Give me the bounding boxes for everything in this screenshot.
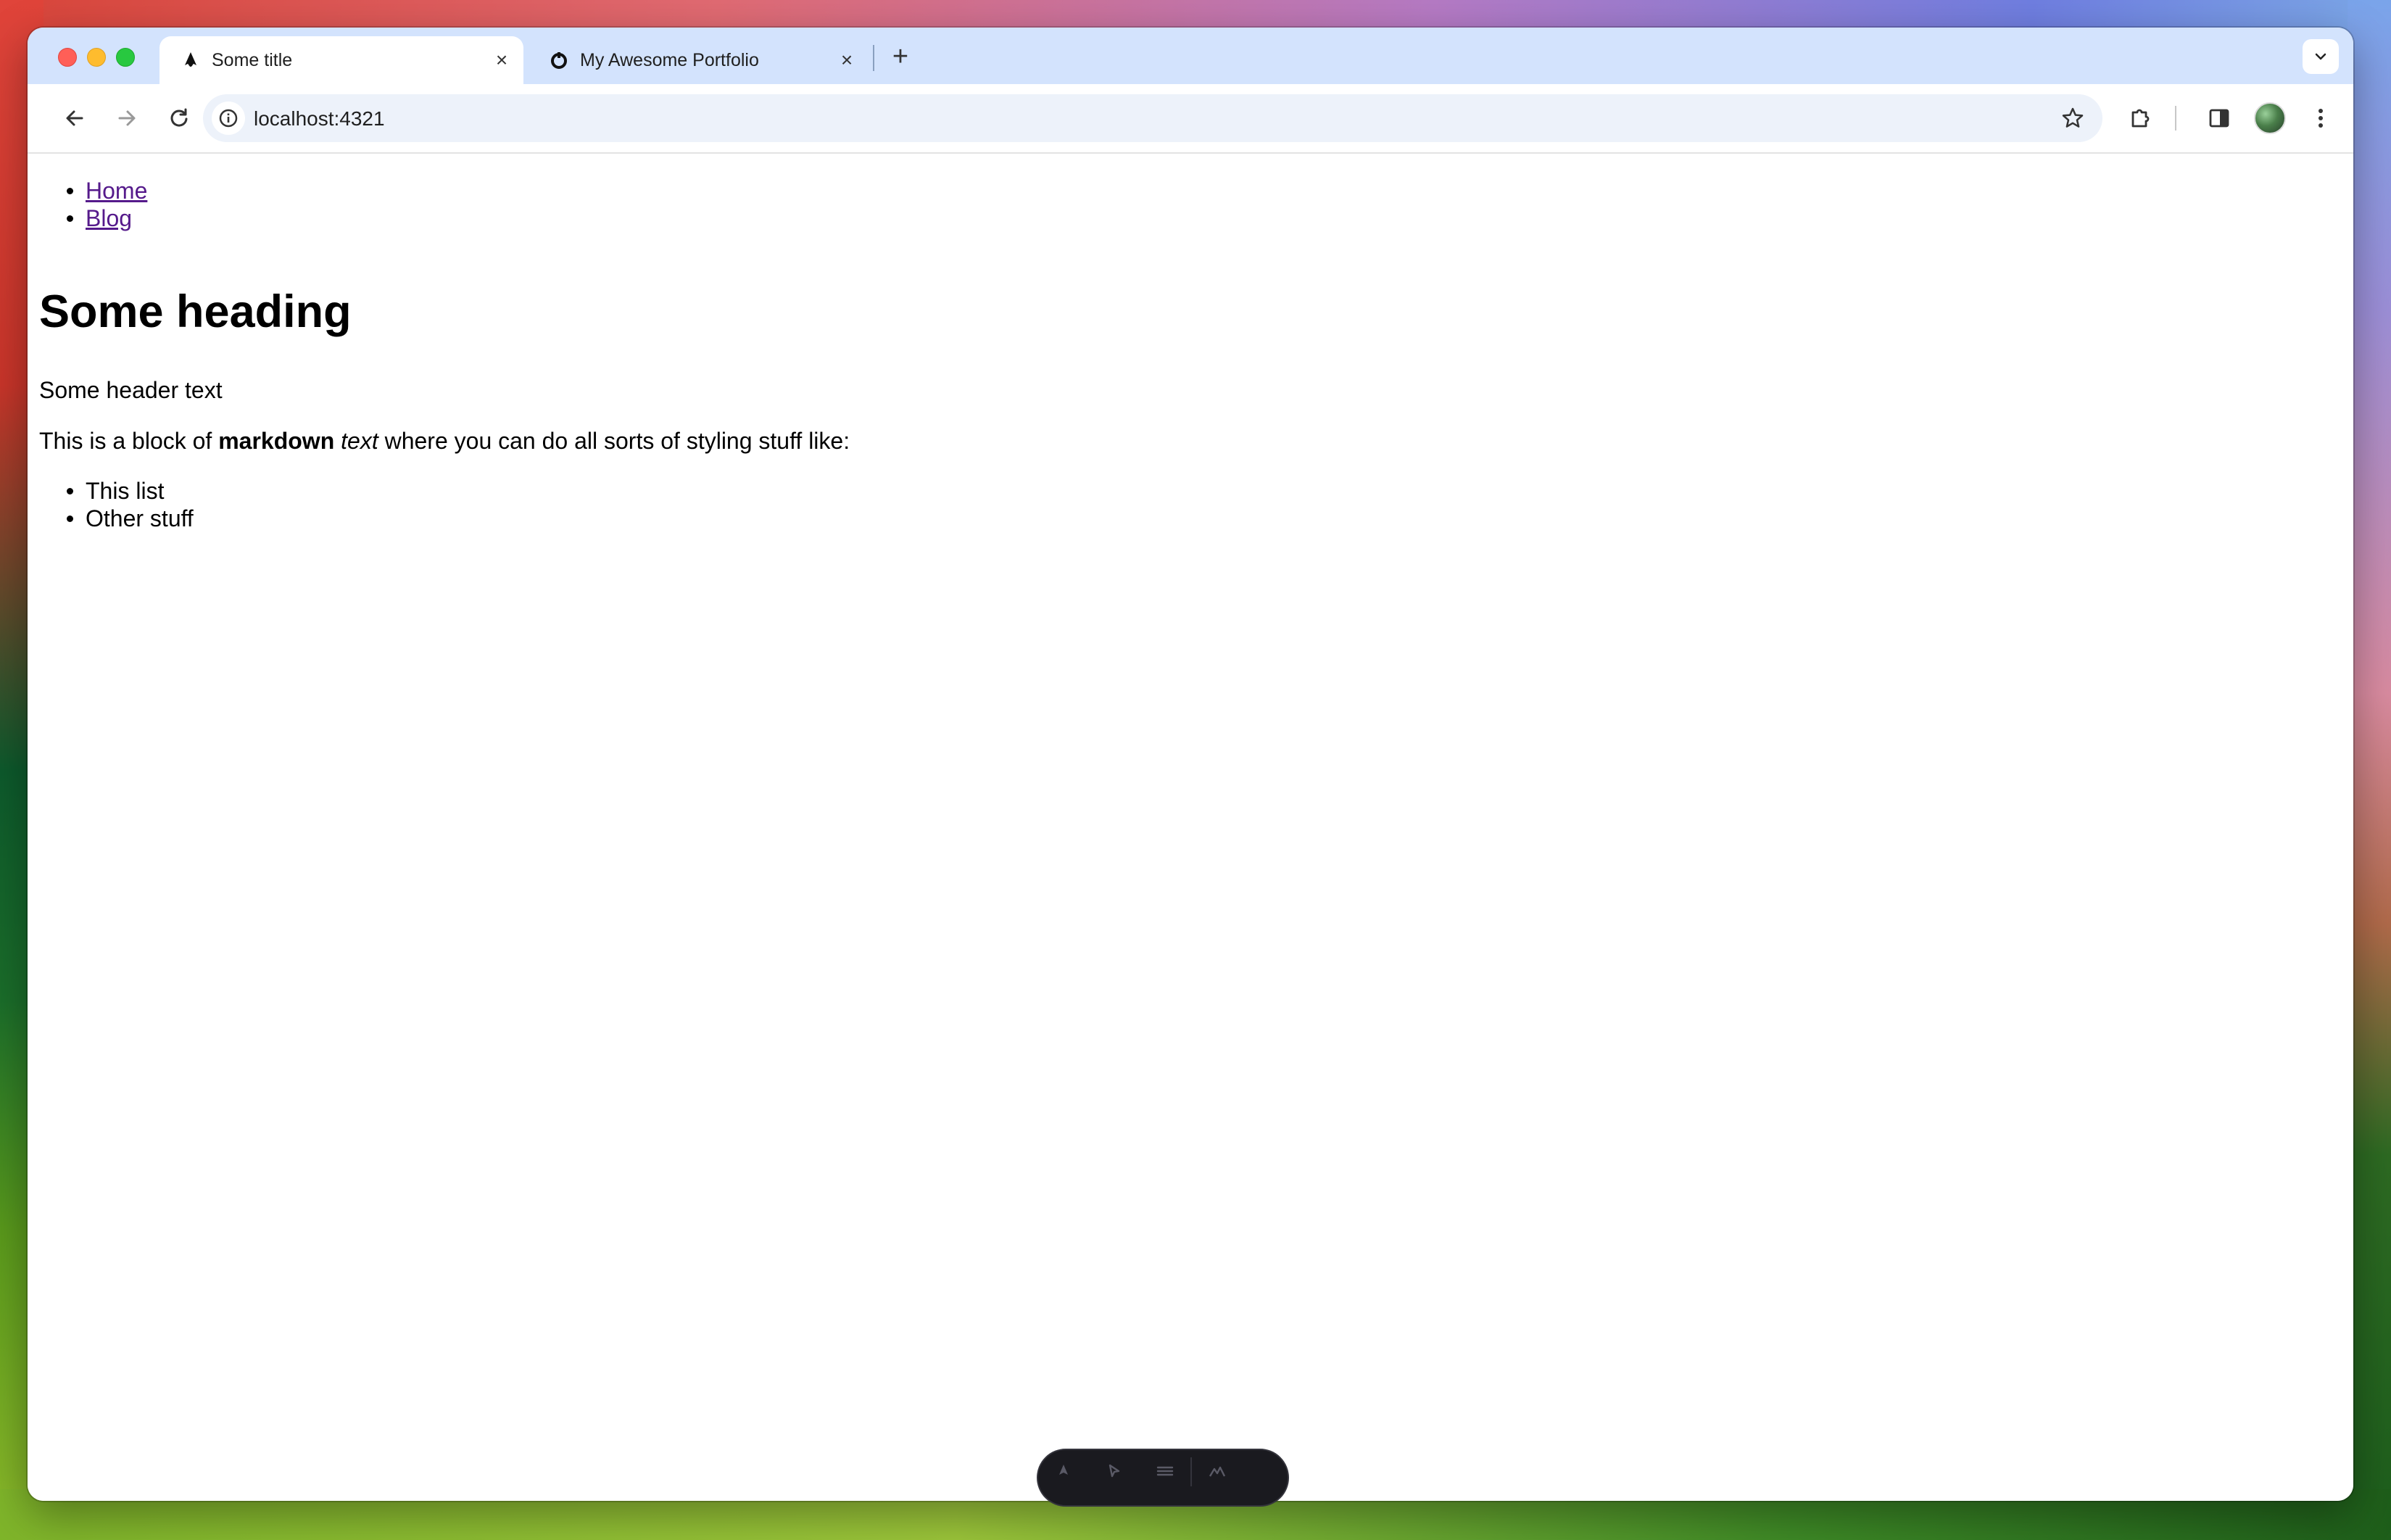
- close-tab-icon[interactable]: ×: [487, 46, 516, 75]
- settings-icon[interactable]: [1140, 1460, 1190, 1482]
- list-item: This list: [67, 477, 194, 505]
- address-url: localhost:4321: [254, 107, 385, 130]
- astro-dev-toolbar: [1037, 1449, 1289, 1507]
- list-item: Other stuff: [67, 505, 194, 532]
- tab-my-awesome-portfolio[interactable]: My Awesome Portfolio ×: [528, 36, 869, 84]
- side-panel-button[interactable]: [2201, 100, 2237, 136]
- arrow-right-icon: [118, 110, 136, 126]
- paragraph-suffix: where you can do all sorts of styling st…: [378, 428, 850, 454]
- tab-search-button[interactable]: [2303, 39, 2339, 74]
- paragraph-italic: text: [341, 428, 378, 454]
- kebab-menu-icon: [2319, 109, 2323, 128]
- tab-title: My Awesome Portfolio: [580, 49, 759, 70]
- pointer-icon[interactable]: [1089, 1460, 1140, 1482]
- reload-icon: [170, 108, 188, 127]
- astro-icon: [180, 49, 202, 71]
- avatar: [2254, 102, 2286, 134]
- site-nav: Home Blog: [67, 177, 147, 232]
- nav-item-blog: Blog: [67, 204, 147, 232]
- portfolio-icon: [548, 49, 570, 71]
- minimize-window-button[interactable]: [87, 48, 106, 67]
- page-heading: Some heading: [39, 286, 352, 337]
- tab-title: Some title: [212, 49, 293, 70]
- close-icon[interactable]: [1192, 1460, 1243, 1482]
- close-window-button[interactable]: [58, 48, 77, 67]
- side-panel-icon: [2209, 109, 2229, 128]
- tab-some-title[interactable]: Some title ×: [159, 36, 523, 84]
- site-info-icon[interactable]: [212, 102, 245, 135]
- toolbar-divider: [2175, 106, 2176, 131]
- nav-link-home[interactable]: Home: [86, 178, 147, 204]
- browser-window: Some title × My Awesome Portfolio × + lo…: [28, 28, 2353, 1501]
- close-tab-icon[interactable]: ×: [832, 46, 861, 75]
- reload-button[interactable]: [161, 100, 197, 136]
- bookmark-star-icon[interactable]: [2059, 104, 2087, 132]
- nav-item-home: Home: [67, 177, 147, 204]
- desktop-wallpaper-right: [2348, 0, 2391, 1540]
- back-button[interactable]: [57, 100, 93, 136]
- address-bar[interactable]: localhost:4321: [203, 94, 2102, 142]
- header-text: Some header text: [39, 377, 223, 403]
- chevron-down-icon: [2315, 53, 2326, 60]
- new-tab-button[interactable]: +: [884, 41, 916, 73]
- content-list: This list Other stuff: [67, 477, 194, 532]
- browser-toolbar: localhost:4321: [28, 84, 2353, 154]
- forward-button[interactable]: [109, 100, 145, 136]
- markdown-paragraph: This is a block of markdown text where y…: [39, 426, 850, 455]
- puzzle-icon: [2131, 109, 2150, 128]
- arrow-left-icon: [66, 110, 83, 126]
- tab-separator: [873, 45, 874, 71]
- page-content: Home Blog Some heading Some header text …: [28, 154, 2353, 1501]
- astro-menu-icon[interactable]: [1038, 1460, 1089, 1482]
- maximize-window-button[interactable]: [116, 48, 135, 67]
- menu-button[interactable]: [2303, 100, 2339, 136]
- extensions-button[interactable]: [2123, 100, 2159, 136]
- nav-link-blog[interactable]: Blog: [86, 205, 132, 231]
- paragraph-bold: markdown: [218, 428, 335, 454]
- profile-button[interactable]: [2252, 100, 2288, 136]
- paragraph-prefix: This is a block of: [39, 428, 219, 454]
- tab-strip: Some title × My Awesome Portfolio × +: [28, 28, 2353, 84]
